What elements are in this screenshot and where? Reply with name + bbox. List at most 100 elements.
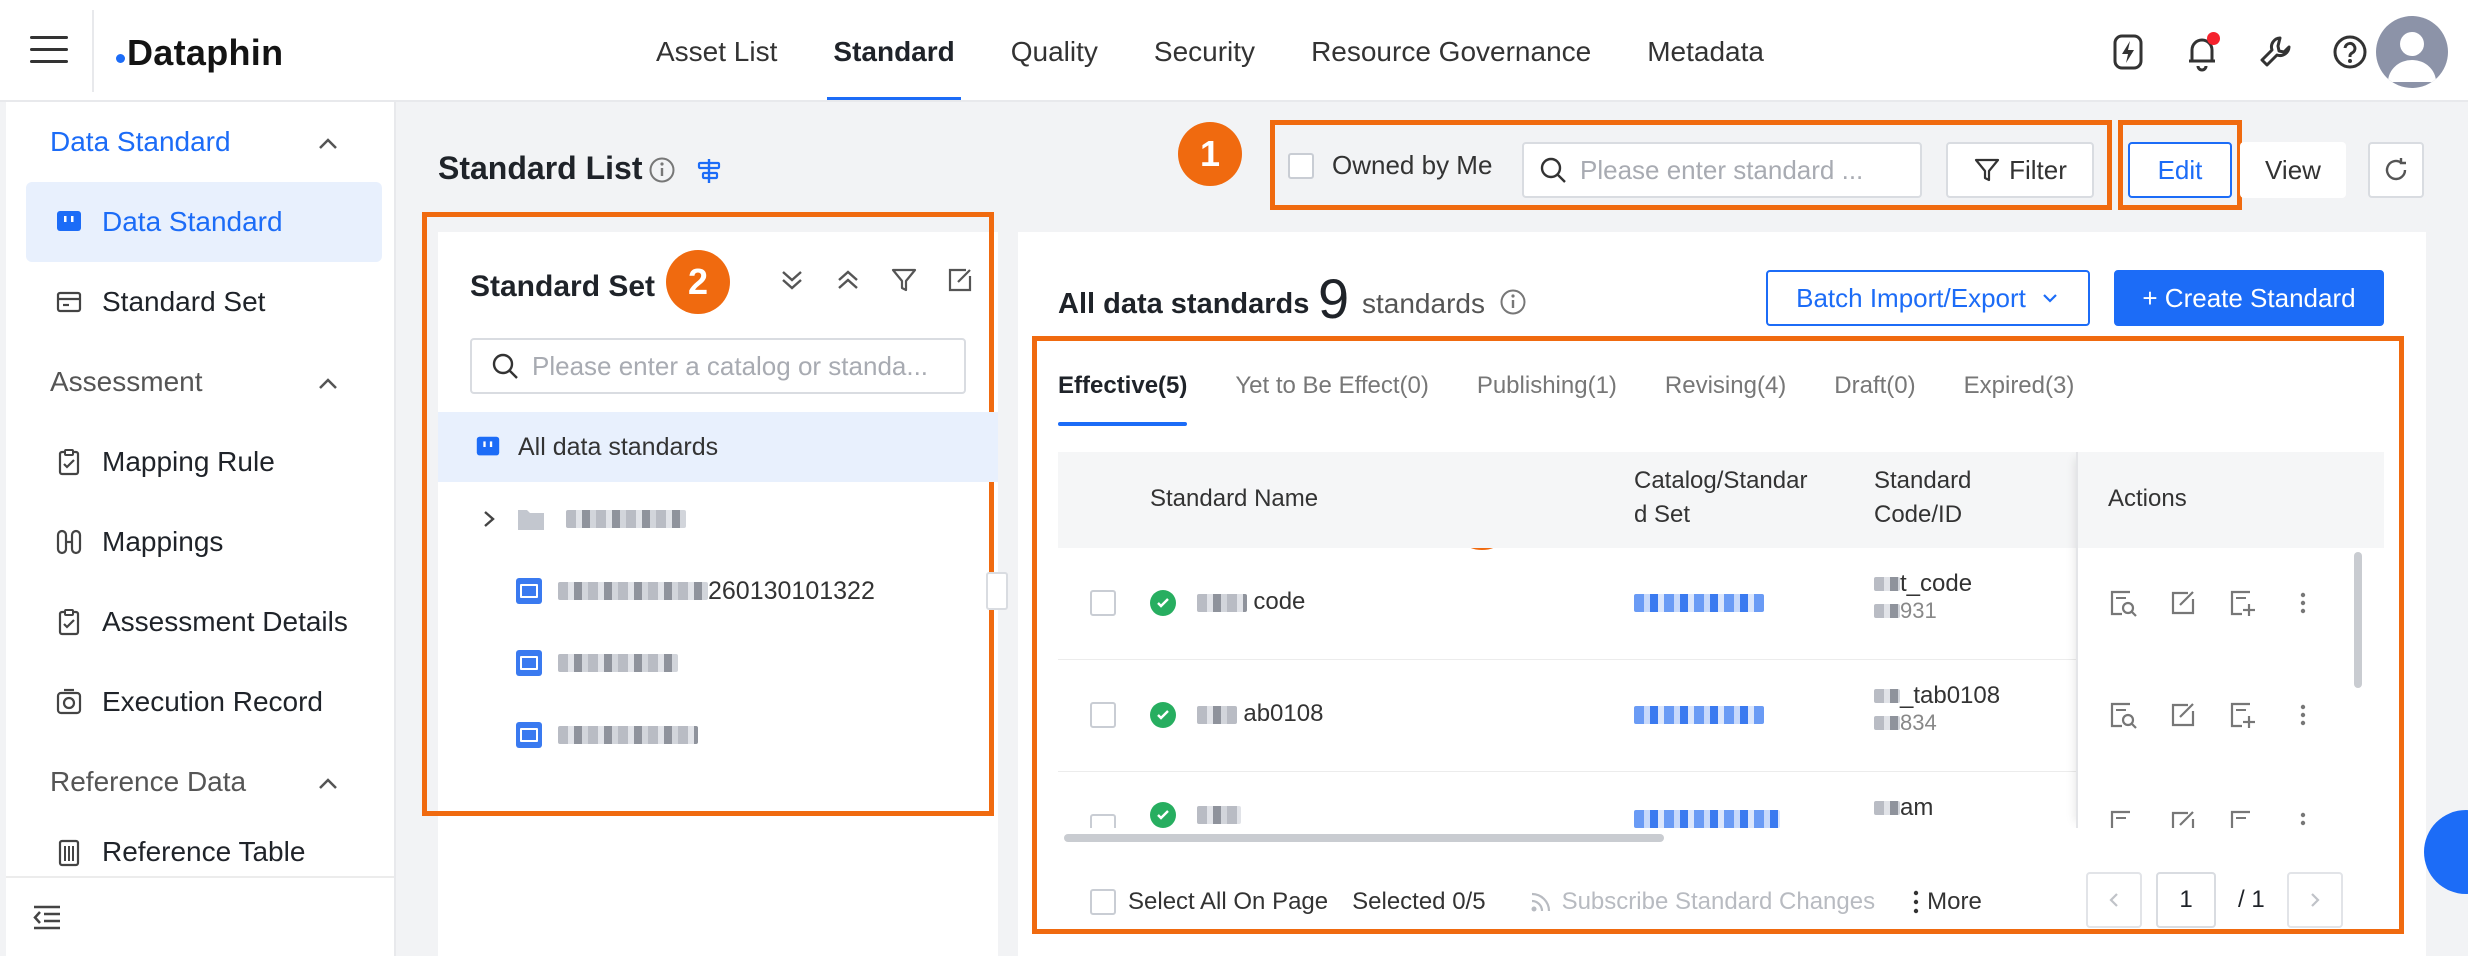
help-icon[interactable] — [2328, 30, 2372, 74]
switch-view-icon[interactable] — [694, 156, 724, 186]
standard-search-input[interactable]: Please enter standard ... — [1522, 142, 1922, 198]
more-icon[interactable] — [2288, 588, 2318, 618]
search-icon — [492, 353, 518, 379]
callout-1: 1 — [1178, 122, 1242, 186]
add-version-icon[interactable] — [2228, 588, 2258, 618]
edit-icon[interactable] — [2168, 808, 2198, 828]
chevron-up-icon[interactable] — [316, 772, 340, 796]
catalog-link[interactable] — [1634, 706, 1764, 724]
bell-icon[interactable] — [2180, 30, 2224, 74]
filter-icon[interactable] — [890, 266, 918, 294]
owned-by-me-checkbox[interactable] — [1288, 152, 1314, 179]
chevron-up-icon[interactable] — [316, 372, 340, 396]
view-button[interactable]: View — [2240, 142, 2346, 198]
tab-publishing[interactable]: Publishing(1) — [1477, 372, 1617, 424]
tab-draft[interactable]: Draft(0) — [1834, 372, 1915, 424]
sidebar-item-mapping-rule[interactable]: Mapping Rule — [26, 422, 382, 502]
standard-name-cell[interactable]: code — [1150, 588, 1305, 616]
tab-expired[interactable]: Expired(3) — [1964, 372, 2075, 424]
more-button[interactable]: More — [1927, 888, 1982, 916]
nav-quality[interactable]: Quality — [1011, 0, 1098, 100]
sidebar-item-data-standard[interactable]: Data Standard — [26, 182, 382, 262]
clipboard-check-icon — [54, 447, 84, 477]
sidebar-item-reference-table[interactable]: Reference Table — [26, 822, 382, 882]
edit-icon[interactable] — [2168, 700, 2198, 730]
view-detail-icon[interactable] — [2108, 808, 2138, 828]
tree-item-standard-set[interactable]: 260130101322 — [438, 556, 998, 626]
app-logo[interactable]: Dataphin — [116, 32, 283, 74]
owned-by-me-filter[interactable]: Owned by Me — [1288, 150, 1492, 181]
avatar[interactable] — [2376, 16, 2448, 88]
panel-resize-handle[interactable] — [986, 572, 1008, 610]
menu-icon[interactable] — [30, 36, 68, 66]
catalog-link[interactable] — [1634, 594, 1764, 612]
chevron-down-icon — [2043, 294, 2057, 303]
sidebar-item-standard-set[interactable]: Standard Set — [26, 262, 382, 342]
nav-security[interactable]: Security — [1154, 0, 1255, 100]
flash-icon[interactable] — [2106, 30, 2150, 74]
row-checkbox[interactable] — [1090, 590, 1116, 616]
top-icons — [2106, 30, 2372, 74]
camera-icon — [54, 687, 84, 717]
more-icon[interactable] — [2288, 700, 2318, 730]
info-icon[interactable] — [1499, 288, 1527, 316]
nav-resource-governance[interactable]: Resource Governance — [1311, 0, 1591, 100]
batch-import-export-button[interactable]: Batch Import/Export — [1766, 270, 2090, 326]
expand-all-icon[interactable] — [778, 266, 806, 294]
next-page-button[interactable] — [2286, 872, 2343, 928]
info-icon[interactable] — [648, 156, 676, 184]
horizontal-scrollbar[interactable] — [1064, 834, 1664, 842]
sidebar-item-assessment-details[interactable]: Assessment Details — [26, 582, 382, 662]
check-circle-icon — [1150, 801, 1176, 828]
sidebar-item-label: Data Standard — [102, 206, 283, 237]
collapse-sidebar-icon[interactable] — [30, 900, 64, 934]
tree-item-all-data-standards[interactable]: All data standards — [438, 412, 998, 482]
create-standard-button[interactable]: + Create Standard — [2114, 270, 2384, 326]
tab-yet-to-be-effect[interactable]: Yet to Be Effect(0) — [1235, 372, 1428, 424]
redacted-text — [1196, 805, 1241, 824]
wrench-icon[interactable] — [2254, 30, 2298, 74]
view-detail-icon[interactable] — [2108, 588, 2138, 618]
tree-item-folder[interactable] — [438, 484, 998, 554]
row-checkbox[interactable] — [1090, 814, 1116, 828]
standard-name-cell[interactable]: ab0108 — [1150, 700, 1323, 728]
sidebar-group-reference-data[interactable]: Reference Data — [50, 766, 246, 798]
nav-standard[interactable]: Standard — [827, 0, 962, 100]
assistant-float-button[interactable] — [2424, 810, 2468, 894]
standard-name-cell[interactable] — [1150, 800, 1241, 828]
vertical-scrollbar[interactable] — [2354, 552, 2362, 688]
chevron-right-icon[interactable] — [478, 508, 500, 530]
sidebar-item-execution-record[interactable]: Execution Record — [26, 662, 382, 742]
page-number-input[interactable]: 1 — [2156, 872, 2216, 928]
prev-page-button[interactable] — [2086, 872, 2142, 928]
tree-item-standard-set[interactable] — [438, 700, 998, 770]
edit-icon[interactable] — [2168, 588, 2198, 618]
sidebar-group-data-standard[interactable]: Data Standard — [50, 126, 231, 158]
tab-revising[interactable]: Revising(4) — [1665, 372, 1786, 424]
view-detail-icon[interactable] — [2108, 700, 2138, 730]
nav-metadata[interactable]: Metadata — [1647, 0, 1764, 100]
standards-heading: All data standards — [1058, 288, 1310, 320]
select-all-label[interactable]: Select All On Page — [1128, 888, 1328, 916]
tree-item-standard-set[interactable] — [438, 628, 998, 698]
page-total: / 1 — [2238, 886, 2265, 913]
collapse-all-icon[interactable] — [834, 266, 862, 294]
filter-button[interactable]: Filter — [1946, 142, 2094, 198]
edit-icon[interactable] — [946, 266, 974, 294]
sidebar-item-mappings[interactable]: Mappings — [26, 502, 382, 582]
catalog-search-input[interactable]: Please enter a catalog or standa... — [470, 338, 966, 394]
sidebar-group-assessment[interactable]: Assessment — [50, 366, 203, 398]
sidebar-item-label: Assessment Details — [102, 606, 348, 637]
refresh-button[interactable] — [2368, 142, 2424, 198]
catalog-link[interactable] — [1634, 810, 1780, 828]
edit-button[interactable]: Edit — [2128, 142, 2232, 198]
subscribe-changes-button[interactable]: Subscribe Standard Changes — [1562, 888, 1876, 916]
add-version-icon[interactable] — [2228, 700, 2258, 730]
select-all-checkbox[interactable] — [1090, 889, 1116, 915]
row-checkbox[interactable] — [1090, 702, 1116, 728]
chevron-up-icon[interactable] — [316, 132, 340, 156]
tab-effective[interactable]: Effective(5) — [1058, 372, 1188, 426]
more-icon[interactable] — [2288, 808, 2318, 828]
add-version-icon[interactable] — [2228, 808, 2258, 828]
nav-asset-list[interactable]: Asset List — [656, 0, 777, 100]
